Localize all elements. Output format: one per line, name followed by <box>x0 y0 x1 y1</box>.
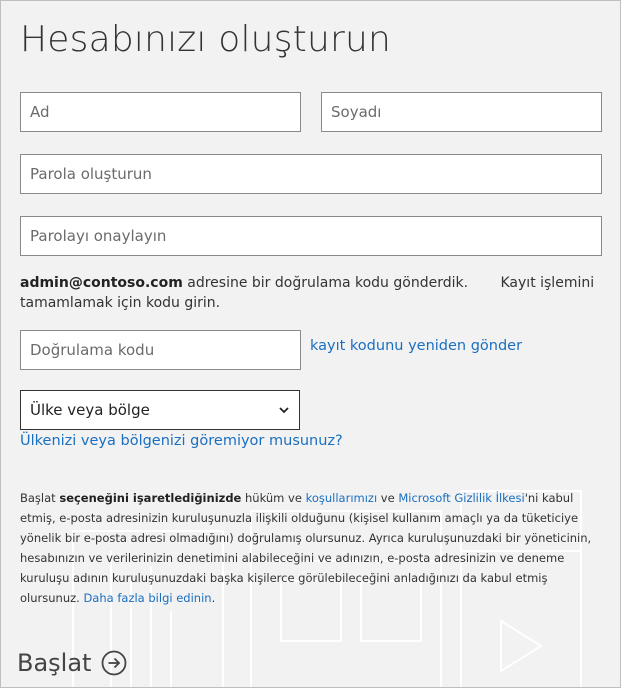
start-button-label: Başlat <box>17 649 92 677</box>
verification-info: admin@contoso.com adresine bir doğrulama… <box>20 273 600 313</box>
legal-part-1: Başlat <box>20 491 60 505</box>
privacy-link[interactable]: Microsoft Gizlilik İlkesi <box>398 491 524 505</box>
terms-link[interactable]: koşullarımızı <box>306 491 378 505</box>
signup-panel: Hesabınızı oluşturun admin@contoso.com a… <box>0 0 621 688</box>
page-title: Hesabınızı oluşturun <box>20 19 392 60</box>
last-name-field[interactable] <box>321 92 602 132</box>
legal-part-2: hüküm ve <box>241 491 306 505</box>
country-select[interactable]: Ülke veya bölge <box>20 390 300 430</box>
learn-more-link[interactable]: Daha fazla bilgi edinin <box>83 591 211 605</box>
legal-bold: seçeneğini işaretlediğinizde <box>59 491 242 505</box>
create-password-field[interactable] <box>20 154 602 194</box>
email-address: admin@contoso.com <box>20 275 183 291</box>
arrow-circle-right-icon <box>102 650 127 676</box>
start-button[interactable]: Başlat <box>17 649 127 677</box>
resend-code-link[interactable]: kayıt kodunu yeniden gönder <box>310 338 522 354</box>
confirm-password-field[interactable] <box>20 216 602 256</box>
country-select-value: Ülke veya bölge <box>30 401 150 419</box>
legal-end: . <box>211 591 216 605</box>
verification-code-field[interactable] <box>20 330 301 370</box>
info-line-1: adresine bir doğrulama kodu gönderdik. <box>182 275 469 291</box>
chevron-down-icon <box>279 407 289 414</box>
missing-country-link[interactable]: Ülkenizi veya bölgenizi göremiyor musunu… <box>20 433 343 449</box>
legal-part-3: ve <box>377 491 399 505</box>
legal-part-4: 'ni kabul etmiş, e-posta adresinizin kur… <box>20 491 592 605</box>
legal-text: Başlat seçeneğini işaretlediğinizde hükü… <box>20 488 595 608</box>
first-name-field[interactable] <box>20 92 301 132</box>
